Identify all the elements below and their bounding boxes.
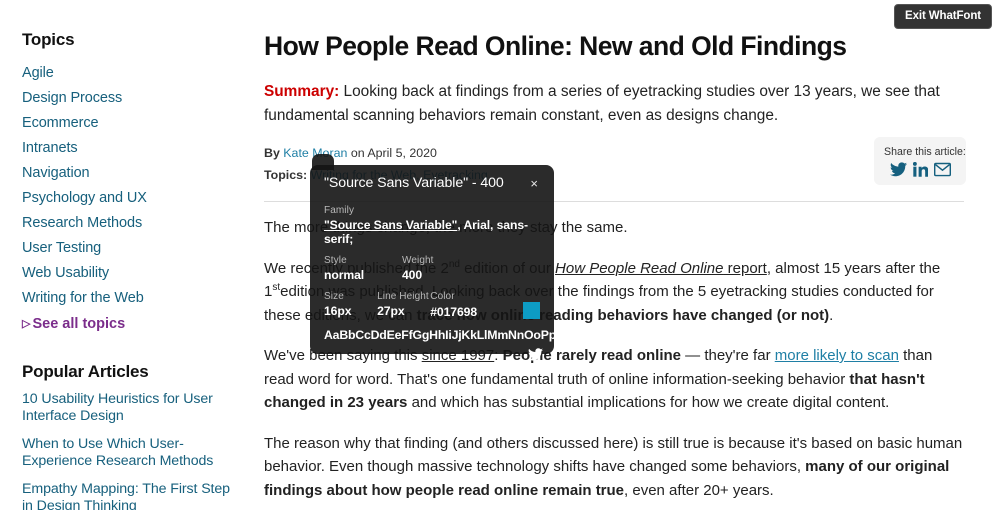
whatfont-style-value: normal: [324, 268, 365, 282]
article-summary: Summary: Looking back at findings from a…: [264, 80, 964, 128]
list-item[interactable]: Empathy Mapping: The First Step in Desig…: [22, 481, 242, 510]
twitter-icon[interactable]: [528, 348, 543, 361]
whatfont-family-key: Family: [324, 205, 355, 216]
whatfont-size-lineheight-color-row: Size 16px Line Height 27px Color #017698: [324, 291, 540, 319]
whatfont-color-value: #017698: [430, 304, 477, 319]
paragraph-4: The reason why that finding (and others …: [264, 432, 964, 503]
sidebar-item-ecommerce[interactable]: Ecommerce: [22, 111, 242, 136]
how-people-read-online-report-link[interactable]: How People Read Online report: [555, 260, 767, 277]
p2-link1-tail: report: [723, 259, 767, 277]
summary-text: Looking back at findings from a series o…: [264, 83, 940, 124]
sidebar-item-writing-for-the-web[interactable]: Writing for the Web: [22, 286, 242, 311]
p2-sup-st: st: [272, 282, 281, 293]
whatfont-family-block: Family "Source Sans Variable", Arial, sa…: [324, 205, 540, 246]
sidebar-item-psychology-and-ux[interactable]: Psychology and UX: [22, 186, 242, 211]
whatfont-style-weight-row: Style normal Weight 400: [324, 255, 540, 282]
popular-articles-heading: Popular Articles: [22, 362, 149, 381]
whatfont-title: "Source Sans Variable" - 400: [324, 175, 504, 191]
exit-whatfont-button[interactable]: Exit WhatFont: [894, 4, 992, 29]
list-item[interactable]: 10 Usability Heuristics for User Interfa…: [22, 391, 242, 425]
p4-tail: , even after 20+ years.: [624, 481, 774, 499]
twitter-icon[interactable]: [889, 162, 907, 177]
linkedin-icon[interactable]: [912, 162, 928, 177]
sidebar-item-intranets[interactable]: Intranets: [22, 136, 242, 161]
see-all-topics-label: See all topics: [32, 316, 126, 332]
whatfont-size-block: Size 16px: [324, 291, 377, 319]
byline-by: By: [264, 146, 280, 160]
sidebar-item-navigation[interactable]: Navigation: [22, 161, 242, 186]
close-icon[interactable]: ×: [528, 177, 540, 190]
whatfont-color-row: #017698: [430, 302, 540, 319]
sidebar-item-web-usability[interactable]: Web Usability: [22, 261, 242, 286]
p3-tail2: and which has substantial implications f…: [407, 394, 890, 411]
byline: By Kate Moran on April 5, 2020: [264, 145, 965, 162]
whatfont-family-primary[interactable]: "Source Sans Variable": [324, 218, 457, 232]
email-icon[interactable]: [933, 162, 951, 177]
whatfont-style-key: Style: [324, 255, 347, 266]
whatfont-color-block: Color #017698: [430, 291, 540, 319]
whatfont-specimen: AaBbCcDdEeFfGgHhIiJjKkLlMmNnOoPpQqRrS: [324, 328, 594, 342]
whatfont-lineheight-key: Line Height: [377, 291, 429, 302]
sidebar-item-research-methods[interactable]: Research Methods: [22, 211, 242, 236]
triangle-right-icon: ▷: [22, 318, 31, 330]
page-title: How People Read Online: New and Old Find…: [264, 31, 847, 61]
share-icon-row: [884, 162, 956, 177]
whatfont-lineheight-block: Line Height 27px: [377, 291, 430, 319]
whatfont-titlebar: "Source Sans Variable" - 400 ×: [324, 175, 540, 191]
share-label: Share this article:: [884, 146, 966, 158]
whatfont-size-value: 16px: [324, 304, 352, 318]
sidebar-item-user-testing[interactable]: User Testing: [22, 236, 242, 261]
whatfont-size-key: Size: [324, 291, 344, 302]
sidebar: Topics Agile Design Process Ecommerce In…: [0, 0, 262, 510]
whatfont-panel[interactable]: "Source Sans Variable" - 400 × Family "S…: [310, 165, 594, 354]
paragraph-3: We've been saying this since 1997: Peopl…: [264, 344, 964, 415]
see-all-topics-link[interactable]: ▷ See all topics: [22, 312, 242, 337]
whatfont-color-key: Color: [430, 291, 455, 302]
topics-heading: Topics: [22, 30, 75, 49]
whatfont-weight-block: Weight 400: [402, 255, 480, 282]
sidebar-item-design-process[interactable]: Design Process: [22, 86, 242, 111]
p3-mid2: — they're far: [681, 347, 775, 364]
more-likely-to-scan-link[interactable]: more likely to scan: [775, 347, 899, 364]
whatfont-weight-value: 400: [402, 268, 423, 282]
color-swatch: [523, 302, 540, 319]
sidebar-item-agile[interactable]: Agile: [22, 61, 242, 86]
p2-link1-title: How People Read Online: [555, 259, 724, 277]
p2-tail: .: [829, 306, 834, 324]
byline-date: on April 5, 2020: [350, 146, 437, 160]
list-item[interactable]: When to Use Which User-Experience Resear…: [22, 436, 242, 470]
whatfont-weight-key: Weight: [402, 255, 434, 266]
whatfont-lineheight-value: 27px: [377, 304, 405, 318]
whatfont-style-block: Style normal: [324, 255, 402, 282]
whatfont-family-value: "Source Sans Variable", Arial, sans-seri…: [324, 218, 540, 246]
share-box: Share this article:: [874, 137, 966, 185]
summary-label: Summary:: [264, 83, 340, 100]
page-root: Topics Agile Design Process Ecommerce In…: [0, 0, 1000, 510]
article-topics-label: Topics:: [264, 168, 308, 182]
